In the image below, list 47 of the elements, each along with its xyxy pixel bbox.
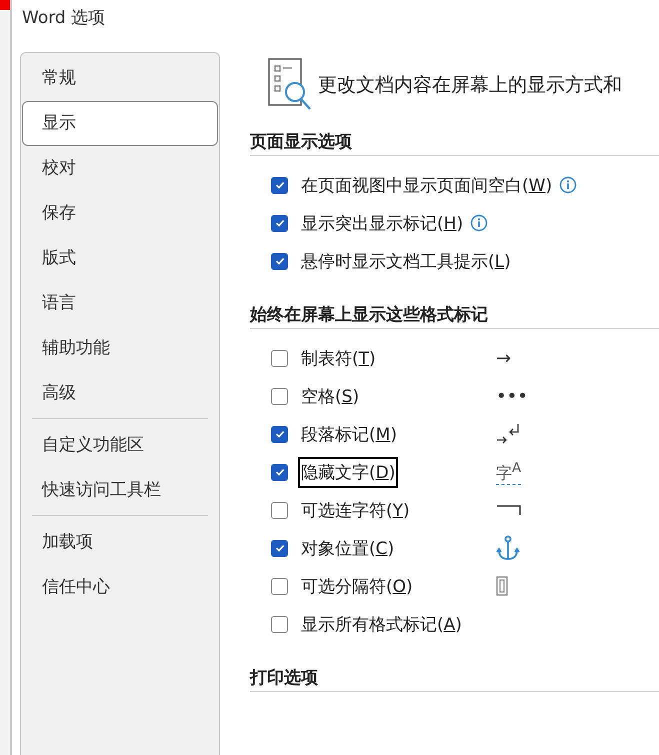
checkbox-label[interactable]: 悬停时显示文档工具提示(L) xyxy=(298,246,514,276)
window-title: Word 选项 xyxy=(21,7,106,30)
section-heading: 页面显示选项 xyxy=(250,131,353,154)
checkbox[interactable] xyxy=(271,616,288,632)
checkbox[interactable] xyxy=(271,176,288,194)
info-icon[interactable] xyxy=(559,176,578,194)
checkbox[interactable] xyxy=(271,252,288,270)
sidebar-item[interactable]: 高级 xyxy=(22,371,218,416)
checkbox[interactable] xyxy=(271,540,288,556)
checkbox[interactable] xyxy=(271,214,288,232)
checkbox[interactable] xyxy=(271,502,288,518)
checkbox-label[interactable]: 隐藏文字(D) xyxy=(298,456,398,488)
sidebar-item[interactable]: 辅助功能 xyxy=(22,326,218,371)
sidebar-item[interactable]: 信任中心 xyxy=(22,565,218,610)
sidebar-item[interactable]: 显示 xyxy=(22,101,218,146)
mark-symbol: → xyxy=(496,348,512,368)
checkbox-label[interactable]: 空格(S) xyxy=(298,380,362,412)
sidebar-item[interactable]: 加载项 xyxy=(22,520,218,565)
sidebar-item[interactable]: 校对 xyxy=(22,146,218,191)
page-description: 更改文档内容在屏幕上的显示方式和 xyxy=(318,73,622,98)
mark-symbol: ••• xyxy=(496,386,528,406)
hyphen-mark-icon xyxy=(496,504,522,516)
checkbox-label[interactable]: 显示所有格式标记(A) xyxy=(298,608,465,640)
sidebar-item[interactable]: 自定义功能区 xyxy=(22,423,218,468)
checkbox-label[interactable]: 在页面视图中显示页面间空白(W) xyxy=(298,170,556,200)
sidebar-item[interactable]: 版式 xyxy=(22,236,218,281)
checkbox[interactable] xyxy=(271,388,288,404)
break-mark-icon xyxy=(496,576,508,596)
checkbox-label[interactable]: 可选分隔符(O) xyxy=(298,570,416,602)
checkbox-label[interactable]: 对象位置(C) xyxy=(298,532,398,564)
sidebar-item[interactable]: 保存 xyxy=(22,191,218,236)
checkbox[interactable] xyxy=(271,578,288,594)
section-heading: 打印选项 xyxy=(250,667,319,690)
checkbox-label[interactable]: 段落标记(M) xyxy=(298,418,400,450)
list-search-icon xyxy=(268,58,314,112)
checkbox[interactable] xyxy=(271,426,288,442)
sidebar-item[interactable]: 快速访问工具栏 xyxy=(22,468,218,513)
checkbox-label[interactable]: 可选连字符(Y) xyxy=(298,494,413,526)
info-icon[interactable] xyxy=(470,214,488,232)
checkbox[interactable] xyxy=(271,350,288,366)
anchor-icon xyxy=(496,535,520,561)
sidebar-item[interactable]: 语言 xyxy=(22,281,218,326)
checkbox[interactable] xyxy=(271,464,288,480)
section-heading: 始终在屏幕上显示这些格式标记 xyxy=(250,304,489,327)
checkbox-label[interactable]: 显示突出显示标记(H) xyxy=(298,208,466,238)
sidebar-item[interactable]: 常规 xyxy=(22,56,218,101)
checkbox-label[interactable]: 制表符(T) xyxy=(298,342,379,374)
